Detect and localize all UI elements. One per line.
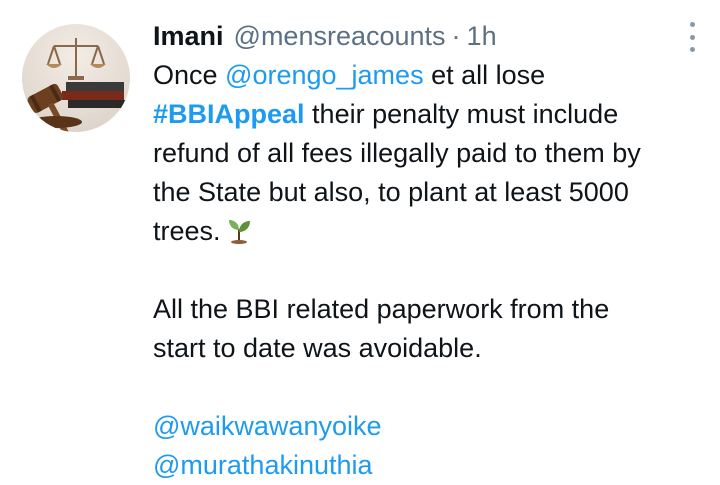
author-handle[interactable]: @mensreacounts [234, 16, 446, 56]
mention-murathakinuthia[interactable]: @murathakinuthia [153, 450, 373, 480]
tweet-content: Imani @mensreacounts · 1h Once @orengo_j… [153, 16, 693, 485]
seedling-icon [228, 220, 250, 244]
tweet-header: Imani @mensreacounts · 1h [153, 16, 693, 56]
tweet-line: #BBIAppeal their penalty must include [153, 99, 619, 129]
tweet-line: trees. [153, 212, 693, 251]
hashtag-bbiappeal[interactable]: #BBIAppeal [153, 99, 305, 129]
tweet-line: refund of all fees illegally paid to the… [153, 138, 641, 168]
author-name[interactable]: Imani [153, 16, 224, 56]
scales-of-justice-gavel-icon [27, 38, 126, 132]
mention-orengo-james[interactable]: @orengo_james [225, 60, 424, 90]
mention-waikwawanyoike[interactable]: @waikwawanyoike [153, 411, 382, 441]
tweet-timestamp[interactable]: 1h [467, 16, 497, 56]
avatar[interactable] [22, 24, 130, 132]
tweet-line: start to date was avoidable. [153, 333, 482, 363]
tweet-line: the State but also, to plant at least 50… [153, 177, 629, 207]
tweet-line: @waikwawanyoike [153, 407, 693, 446]
tweet-line: All the BBI related paperwork from the [153, 294, 610, 324]
tweet-line: @murathakinuthia [153, 446, 693, 485]
separator-dot: · [451, 21, 461, 51]
tweet-line: Once @orengo_james et all lose [153, 60, 546, 90]
tweet-text: Once @orengo_james et all lose #BBIAppea… [153, 56, 693, 485]
